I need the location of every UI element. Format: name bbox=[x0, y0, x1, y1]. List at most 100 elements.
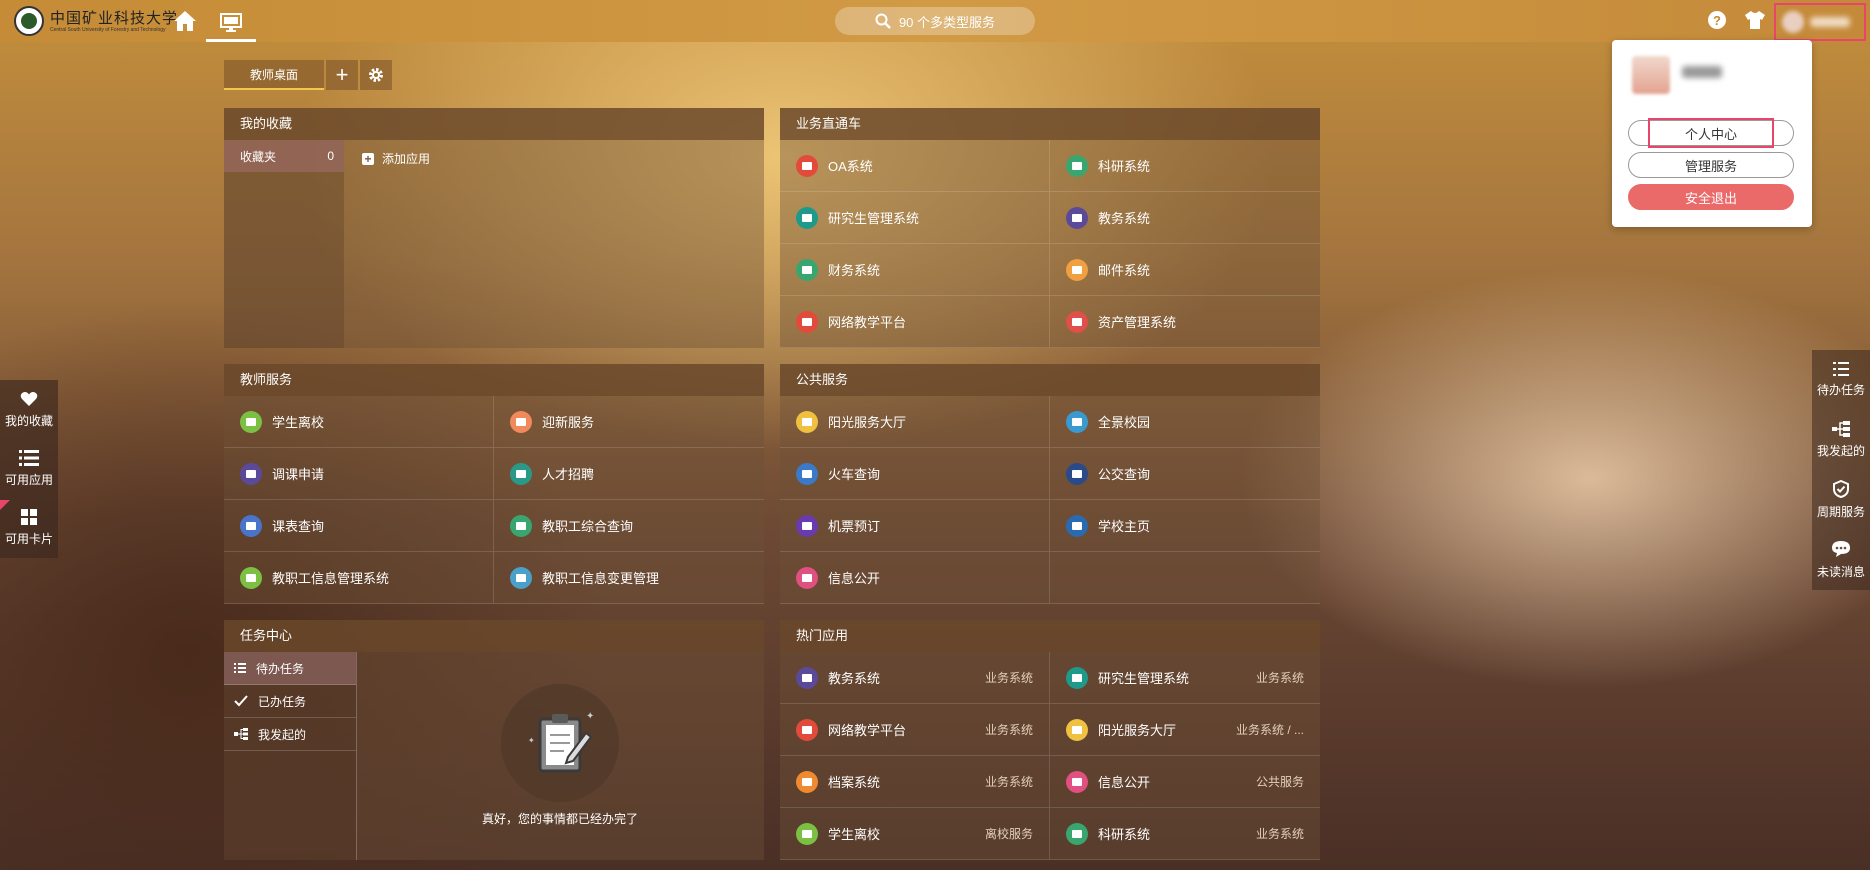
app-label: 人才招聘 bbox=[542, 467, 595, 482]
app-item[interactable]: 教务系统 业务系统 bbox=[780, 652, 1050, 704]
app-item[interactable]: 资产管理系统 bbox=[1050, 296, 1320, 348]
business-panel: 业务直通车 OA系统 科研系统 研究生管理系统 教务系统 财务系统 邮件系统 网络教学平台 资… bbox=[780, 108, 1320, 348]
add-app-label: 添加应用 bbox=[382, 152, 431, 166]
app-item[interactable]: 网络教学平台 业务系统 bbox=[780, 704, 1050, 756]
app-icon bbox=[1066, 718, 1088, 741]
app-icon bbox=[796, 822, 818, 845]
dock-unread-messages[interactable]: 未读消息 bbox=[1812, 530, 1870, 590]
app-category: 业务系统 bbox=[984, 775, 1033, 789]
app-item[interactable]: 信息公开 bbox=[780, 552, 1050, 604]
university-logo[interactable]: 中国矿业科技大学 Central South University of For… bbox=[14, 6, 178, 36]
app-label: 研究生管理系统 bbox=[828, 211, 920, 226]
task-initiated[interactable]: 我发起的 bbox=[224, 718, 356, 751]
shirt-icon bbox=[1745, 11, 1765, 29]
app-item[interactable]: OA系统 bbox=[780, 140, 1050, 192]
app-label: 科研系统 bbox=[1098, 827, 1151, 842]
app-item[interactable]: 研究生管理系统 业务系统 bbox=[1050, 652, 1320, 704]
app-item[interactable]: 教职工综合查询 bbox=[494, 500, 764, 552]
app-icon bbox=[1066, 410, 1088, 433]
plus-icon: + bbox=[335, 62, 349, 87]
app-item[interactable]: 邮件系统 bbox=[1050, 244, 1320, 296]
app-category: 业务系统 bbox=[984, 723, 1033, 737]
app-item[interactable]: 教职工信息管理系统 bbox=[224, 552, 494, 604]
help-icon[interactable]: ? bbox=[1708, 11, 1726, 29]
monitor-icon bbox=[220, 12, 242, 32]
app-item[interactable]: 人才招聘 bbox=[494, 448, 764, 500]
logout-button[interactable]: 安全退出 bbox=[1628, 184, 1794, 210]
app-icon bbox=[796, 462, 818, 485]
grid-icon bbox=[21, 508, 37, 525]
task-todo[interactable]: 待办任务 bbox=[224, 652, 356, 685]
app-item[interactable]: 学生离校 bbox=[224, 396, 494, 448]
tab-teacher-desktop[interactable]: 教师桌面 bbox=[224, 60, 324, 90]
app-label: 档案系统 bbox=[828, 775, 881, 790]
heart-icon bbox=[20, 391, 38, 406]
app-category: 公共服务 bbox=[1255, 775, 1304, 789]
task-done-label: 已办任务 bbox=[258, 694, 307, 709]
app-label: 财务系统 bbox=[828, 263, 881, 278]
search-bar[interactable]: 90 个多类型服务 bbox=[835, 7, 1035, 35]
app-label: 迎新服务 bbox=[542, 415, 595, 430]
app-item[interactable]: 学生离校 离校服务 bbox=[780, 808, 1050, 860]
dock-label: 可用应用 bbox=[4, 472, 53, 487]
favorites-folder[interactable]: 收藏夹 0 bbox=[224, 140, 344, 172]
dock-available-apps[interactable]: 可用应用 bbox=[0, 439, 58, 498]
add-app-button[interactable]: + 添加应用 bbox=[362, 150, 430, 167]
logo-title: 中国矿业科技大学 bbox=[50, 9, 179, 27]
app-label: 全景校园 bbox=[1098, 415, 1151, 430]
shield-check-icon bbox=[1833, 480, 1849, 498]
app-item[interactable]: 火车查询 bbox=[780, 448, 1050, 500]
dock-todo-tasks[interactable]: 待办任务 bbox=[1812, 350, 1870, 410]
app-item[interactable]: 研究生管理系统 bbox=[780, 192, 1050, 244]
app-label: 网络教学平台 bbox=[828, 315, 907, 330]
app-icon bbox=[1066, 310, 1088, 333]
app-item[interactable]: 科研系统 bbox=[1050, 140, 1320, 192]
user-dropdown: 个人中心 管理服务 安全退出 bbox=[1612, 40, 1812, 227]
app-label: 学校主页 bbox=[1098, 519, 1151, 534]
app-item[interactable]: 档案系统 业务系统 bbox=[780, 756, 1050, 808]
svg-text:✦: ✦ bbox=[586, 711, 594, 722]
app-item[interactable]: 教职工信息变更管理 bbox=[494, 552, 764, 604]
task-empty-state: ✦ ✦ 真好，您的事情都已经办完了 bbox=[356, 652, 764, 860]
app-item[interactable]: 迎新服务 bbox=[494, 396, 764, 448]
right-dock: 待办任务 我发起的 周期服务 未读消息 bbox=[1812, 350, 1870, 590]
corner-marker bbox=[0, 500, 10, 510]
app-item[interactable]: 阳光服务大厅 业务系统 / ... bbox=[1050, 704, 1320, 756]
app-item[interactable]: 教务系统 bbox=[1050, 192, 1320, 244]
dock-periodic-services[interactable]: 周期服务 bbox=[1812, 470, 1870, 530]
app-item[interactable]: 调课申请 bbox=[224, 448, 494, 500]
app-category: 离校服务 bbox=[984, 827, 1033, 841]
app-icon bbox=[1066, 514, 1088, 537]
desktop-button[interactable] bbox=[206, 6, 256, 42]
task-done[interactable]: 已办任务 bbox=[224, 685, 356, 718]
app-item[interactable]: 学校主页 bbox=[1050, 500, 1320, 552]
app-item[interactable]: 阳光服务大厅 bbox=[780, 396, 1050, 448]
home-button[interactable] bbox=[172, 8, 198, 34]
app-icon bbox=[240, 462, 262, 485]
add-tab-button[interactable]: + bbox=[326, 60, 358, 90]
teacher-services-panel: 教师服务 学生离校 迎新服务调课申请 人才招聘课表查询 教职工综合查询 教职工信息管理系… bbox=[224, 364, 764, 604]
task-empty-message: 真好，您的事情都已经办完了 bbox=[481, 812, 638, 826]
app-item[interactable]: 网络教学平台 bbox=[780, 296, 1050, 348]
app-item[interactable]: 信息公开 公共服务 bbox=[1050, 756, 1320, 808]
admin-service-button[interactable]: 管理服务 bbox=[1628, 152, 1794, 178]
dock-initiated[interactable]: 我发起的 bbox=[1812, 410, 1870, 470]
teacher-services-grid: 学生离校 迎新服务调课申请 人才招聘课表查询 教职工综合查询 教职工信息管理系统 教职工信… bbox=[224, 396, 764, 604]
teacher-services-title: 教师服务 bbox=[224, 364, 764, 396]
app-category: 业务系统 bbox=[1255, 671, 1304, 685]
dropdown-user-name-blurred bbox=[1682, 66, 1722, 78]
app-item[interactable]: 财务系统 bbox=[780, 244, 1050, 296]
app-item[interactable]: 课表查询 bbox=[224, 500, 494, 552]
app-item[interactable]: 机票预订 bbox=[780, 500, 1050, 552]
app-icon bbox=[796, 718, 818, 741]
tab-settings-button[interactable] bbox=[360, 60, 392, 90]
app-item[interactable]: 全景校园 bbox=[1050, 396, 1320, 448]
app-item[interactable]: 公交查询 bbox=[1050, 448, 1320, 500]
theme-button[interactable] bbox=[1744, 10, 1766, 33]
dock-my-favorites[interactable]: 我的收藏 bbox=[0, 380, 58, 439]
app-item[interactable]: 科研系统 业务系统 bbox=[1050, 808, 1320, 860]
app-icon bbox=[796, 666, 818, 689]
user-menu-trigger[interactable] bbox=[1774, 3, 1866, 41]
app-category: 业务系统 bbox=[984, 671, 1033, 685]
app-label: OA系统 bbox=[828, 159, 873, 174]
